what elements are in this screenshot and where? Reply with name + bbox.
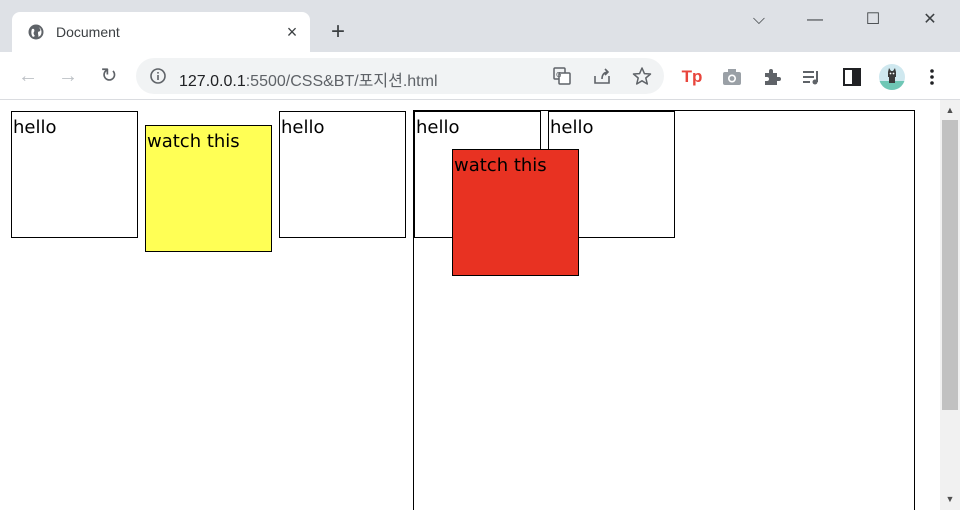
close-window-icon[interactable]: ✕	[918, 8, 942, 32]
puzzle-icon[interactable]	[761, 66, 783, 88]
box-label: hello	[550, 117, 594, 138]
watch-this-red-box: watch this	[452, 149, 579, 276]
address-bar[interactable]: 127.0.0.1:5500/CSS&BT/포지션.html G	[136, 58, 664, 94]
tab-close-icon[interactable]: ×	[282, 22, 302, 42]
box-label: watch this	[454, 155, 547, 176]
url-host: 127.0.0.1	[179, 73, 246, 90]
browser-toolbar: ← → ↻ 127.0.0.1:5500/CSS&BT/포지션.html G T…	[0, 52, 960, 100]
minimize-icon[interactable]: —	[803, 8, 827, 32]
vertical-scrollbar[interactable]: ▲ ▼	[940, 100, 960, 510]
tp-extension-icon[interactable]: Tp	[681, 66, 703, 88]
box-label: watch this	[147, 131, 240, 152]
tab-search-icon[interactable]: ⌵	[747, 8, 771, 32]
hello-box-2: hello	[279, 111, 406, 238]
url-path: :5500/CSS&BT/포지션.html	[245, 73, 438, 90]
media-queue-icon[interactable]	[801, 66, 823, 88]
globe-icon	[28, 24, 44, 40]
box-label: hello	[416, 117, 460, 138]
back-button[interactable]: ←	[14, 62, 42, 90]
kebab-menu-icon[interactable]	[921, 66, 943, 88]
relative-container: hello hello watch this	[413, 110, 915, 510]
info-icon[interactable]	[150, 68, 166, 84]
hello-box-1: hello	[11, 111, 138, 238]
share-icon[interactable]	[592, 66, 612, 86]
url-text[interactable]: 127.0.0.1:5500/CSS&BT/포지션.html	[179, 67, 438, 91]
avatar-cat-icon	[879, 68, 905, 90]
scroll-down-icon[interactable]: ▼	[944, 493, 956, 505]
scroll-up-icon[interactable]: ▲	[944, 104, 956, 116]
svg-text:G: G	[556, 71, 561, 79]
new-tab-button[interactable]: +	[326, 20, 350, 44]
box-label: hello	[13, 117, 57, 138]
star-icon[interactable]	[632, 66, 652, 86]
page-viewport: hello watch this hello hello hello watch…	[0, 100, 940, 510]
tab-document[interactable]: Document ×	[12, 12, 310, 52]
translate-icon[interactable]: G	[552, 66, 572, 86]
camera-icon[interactable]	[721, 66, 743, 88]
forward-button[interactable]: →	[54, 62, 82, 90]
scroll-thumb[interactable]	[942, 120, 958, 410]
reload-button[interactable]: ↻	[95, 62, 123, 90]
watch-this-yellow-box: watch this	[145, 125, 272, 252]
tab-title: Document	[56, 24, 120, 40]
maximize-icon[interactable]: ☐	[861, 8, 885, 32]
avatar[interactable]	[879, 64, 905, 90]
sidepanel-icon[interactable]	[841, 66, 863, 88]
tab-strip: Document × + ⌵ — ☐ ✕	[0, 0, 960, 52]
box-label: hello	[281, 117, 325, 138]
